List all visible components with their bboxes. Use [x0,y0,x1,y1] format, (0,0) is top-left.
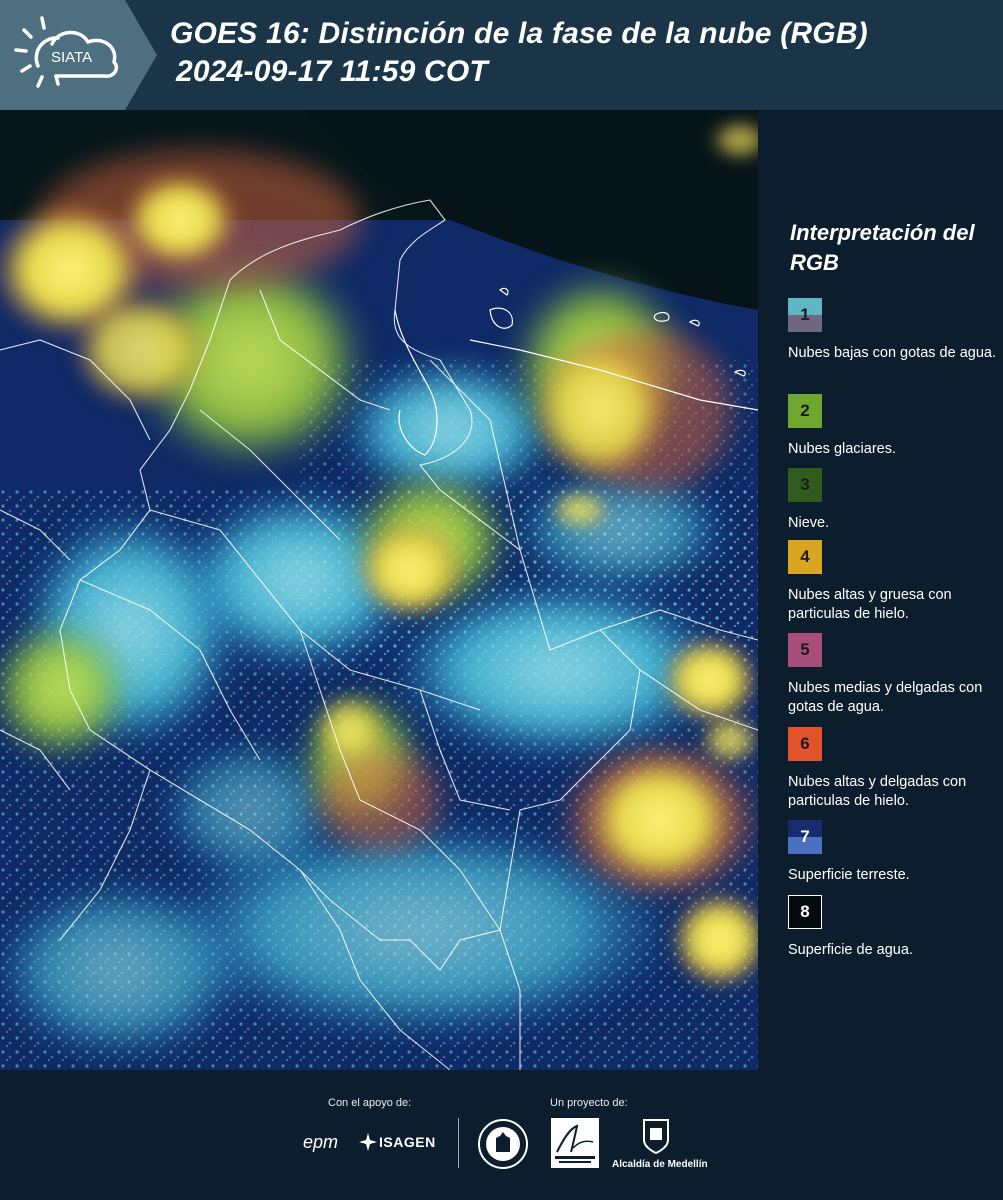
siata-sun-logo-icon: SIATA [14,16,119,88]
legend-swatch-8: 8 [788,895,822,929]
alcaldia-shield-icon [643,1119,669,1154]
legend-item-1: 1 Nubes bajas con gotas de agua. [788,298,998,363]
area-metropolitana-logo-icon [551,1118,599,1168]
epm-logo: epm [303,1132,339,1152]
legend-swatch-2: 2 [788,394,822,428]
legend-item-3: 3 Nieve. [788,468,998,533]
legend-item-7: 7 Superficie terreste. [788,820,998,885]
legend-item-5: 5 Nubes medias y delgadas con gotas de a… [788,633,998,717]
project-label: Un proyecto de: [550,1097,628,1109]
page-title: GOES 16: Distinción de la fase de la nub… [170,15,868,91]
legend-swatch-1: 1 [788,298,822,332]
legend-swatch-7: 7 [788,820,822,854]
medellin-seal-icon [478,1119,528,1169]
title-line-2-timestamp: 2024-09-17 11:59 COT [176,55,488,88]
legend-item-4: 4 Nubes altas y gruesa con particulas de… [788,540,998,624]
support-label: Con el apoyo de: [328,1097,412,1109]
legend-item-8: 8 Superficie de agua. [788,895,998,960]
alcaldia-label: Alcaldía de Medellín [612,1159,708,1170]
legend-swatch-3: 3 [788,468,822,502]
isagen-star-icon [359,1133,377,1151]
header-bar: SIATA GOES 16: Distinción de la fase de … [0,0,1003,110]
legend-item-6: 6 Nubes altas y delgadas con particulas … [788,727,998,811]
legend-swatch-5: 5 [788,633,822,667]
logo-text: SIATA [51,49,92,66]
title-line-1: GOES 16: Distinción de la fase de la nub… [170,17,868,50]
satellite-image [0,110,758,1070]
footer-divider [458,1118,459,1168]
legend-item-2: 2 Nubes glaciares. [788,394,998,459]
isagen-logo: ISAGEN [379,1134,436,1150]
legend-panel: Interpretación del RGB 1 Nubes bajas con… [758,110,1003,1070]
legend-title: Interpretación del RGB [790,220,975,275]
legend-swatch-6: 6 [788,727,822,761]
legend-swatch-4: 4 [788,540,822,574]
footer: Con el apoyo de: Un proyecto de: epm ISA… [0,1070,1003,1200]
satellite-rgb-map[interactable] [0,110,758,1070]
